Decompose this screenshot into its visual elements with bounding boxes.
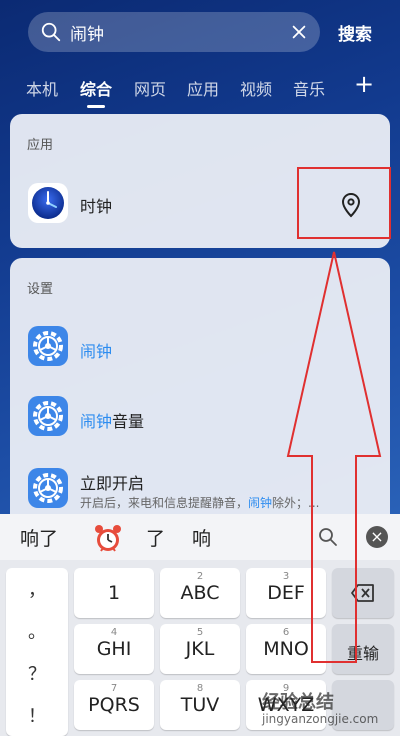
description-text: 除外；... bbox=[272, 496, 320, 510]
key-number: 5 bbox=[196, 627, 204, 638]
settings-item-alarm[interactable]: 闹钟 bbox=[10, 318, 390, 378]
keyboard: 响了 了 响 × ， 。 ？ ！ 1 2 ABC 3 DEF 4 GHI 5 J… bbox=[0, 514, 400, 736]
candidate-word[interactable]: 响 bbox=[192, 524, 211, 551]
key-number: 7 bbox=[110, 683, 118, 694]
settings-item-enable-now[interactable]: 立即开启 开启后，来电和信息提醒静音，闹钟除外；... bbox=[10, 458, 390, 518]
clock-app-icon bbox=[28, 183, 68, 223]
candidate-word[interactable]: 响了 bbox=[20, 524, 58, 551]
key-number: 6 bbox=[282, 627, 290, 638]
key-mno[interactable]: 6 MNO bbox=[246, 624, 326, 674]
settings-item-description: 开启后，来电和信息提醒静音，闹钟除外；... bbox=[80, 494, 319, 511]
key-def[interactable]: 3 DEF bbox=[246, 568, 326, 618]
watermark-url: jingyanzongjie.com bbox=[262, 712, 379, 726]
key-abc[interactable]: 2 ABC bbox=[160, 568, 240, 618]
search-button[interactable]: 搜索 bbox=[338, 20, 372, 45]
candidate-word[interactable]: 了 bbox=[146, 524, 165, 551]
punctuation-key[interactable]: ， bbox=[6, 576, 68, 602]
key-number: 2 bbox=[196, 571, 204, 582]
key-label: JKL bbox=[185, 638, 215, 660]
tab-web[interactable]: 网页 bbox=[134, 76, 166, 100]
settings-item-alarm-volume[interactable]: 闹钟音量 bbox=[10, 388, 390, 448]
key-tuv[interactable]: 8 TUV bbox=[160, 680, 240, 730]
key-1[interactable]: 1 bbox=[74, 568, 154, 618]
key-label: 重输 bbox=[346, 644, 379, 663]
clear-icon[interactable] bbox=[290, 23, 308, 41]
tab-music[interactable]: 音乐 bbox=[293, 76, 325, 100]
alarm-clock-emoji-icon[interactable] bbox=[92, 522, 124, 554]
key-ghi[interactable]: 4 GHI bbox=[74, 624, 154, 674]
apps-card: 应用 时钟 bbox=[10, 114, 390, 248]
tab-local[interactable]: 本机 bbox=[26, 76, 58, 100]
settings-section-title: 设置 bbox=[27, 282, 54, 297]
tab-video[interactable]: 视频 bbox=[240, 76, 272, 100]
tab-bar: 本机 综合 网页 应用 视频 音乐 bbox=[0, 70, 400, 108]
label-text: 音量 bbox=[112, 412, 145, 431]
app-name: 时钟 bbox=[80, 197, 113, 216]
key-label: GHI bbox=[96, 638, 132, 660]
apps-section-title: 应用 bbox=[27, 138, 54, 153]
search-icon[interactable] bbox=[318, 527, 338, 547]
backspace-key[interactable] bbox=[332, 568, 394, 618]
location-pin-icon[interactable] bbox=[340, 192, 362, 218]
search-icon bbox=[41, 22, 61, 42]
key-label: TUV bbox=[180, 694, 220, 716]
key-label: ABC bbox=[180, 582, 220, 604]
settings-item-label: 立即开启 bbox=[80, 474, 145, 493]
settings-item-label: 闹钟音量 bbox=[80, 408, 144, 432]
key-jkl[interactable]: 5 JKL bbox=[160, 624, 240, 674]
key-number: 8 bbox=[196, 683, 204, 694]
highlight-text: 闹钟 bbox=[80, 412, 113, 431]
highlight-text: 闹钟 bbox=[248, 496, 273, 510]
key-label: DEF bbox=[267, 582, 305, 604]
settings-card: 设置 闹钟 闹钟音量 立即开启 开启后，来电和信息提醒静音，闹钟除外；... bbox=[10, 258, 390, 520]
tab-apps[interactable]: 应用 bbox=[187, 76, 219, 100]
search-bar[interactable]: 闹钟 bbox=[28, 12, 320, 52]
settings-gear-icon bbox=[28, 468, 68, 508]
punctuation-key[interactable]: ！ bbox=[6, 702, 68, 728]
settings-item-label: 闹钟 bbox=[80, 338, 112, 362]
highlight-text: 闹钟 bbox=[80, 342, 113, 361]
settings-gear-icon bbox=[28, 396, 68, 436]
key-number: 3 bbox=[282, 571, 290, 582]
watermark-title: 经验总结 bbox=[262, 692, 334, 713]
key-label: 1 bbox=[107, 582, 121, 604]
key-number: 4 bbox=[110, 627, 118, 638]
backspace-icon bbox=[351, 584, 374, 602]
key-pqrs[interactable]: 7 PQRS bbox=[74, 680, 154, 730]
punctuation-key[interactable]: ？ bbox=[6, 660, 68, 686]
key-label: MNO bbox=[263, 638, 309, 660]
app-result-clock[interactable]: 时钟 bbox=[10, 174, 390, 234]
candidate-bar: 响了 了 响 × bbox=[0, 514, 400, 560]
punctuation-column[interactable]: ， 。 ？ ！ bbox=[6, 568, 68, 736]
search-input[interactable]: 闹钟 bbox=[70, 20, 290, 45]
description-text: 开启后，来电和信息提醒静音， bbox=[80, 496, 249, 510]
reenter-key[interactable]: 重输 bbox=[332, 624, 394, 674]
tab-general[interactable]: 综合 bbox=[80, 76, 112, 108]
punctuation-key[interactable]: 。 bbox=[6, 618, 68, 644]
key-label: PQRS bbox=[88, 694, 140, 716]
add-tab-button[interactable]: + bbox=[354, 70, 374, 98]
settings-gear-icon bbox=[28, 326, 68, 366]
collapse-candidates-icon[interactable]: × bbox=[366, 526, 388, 548]
